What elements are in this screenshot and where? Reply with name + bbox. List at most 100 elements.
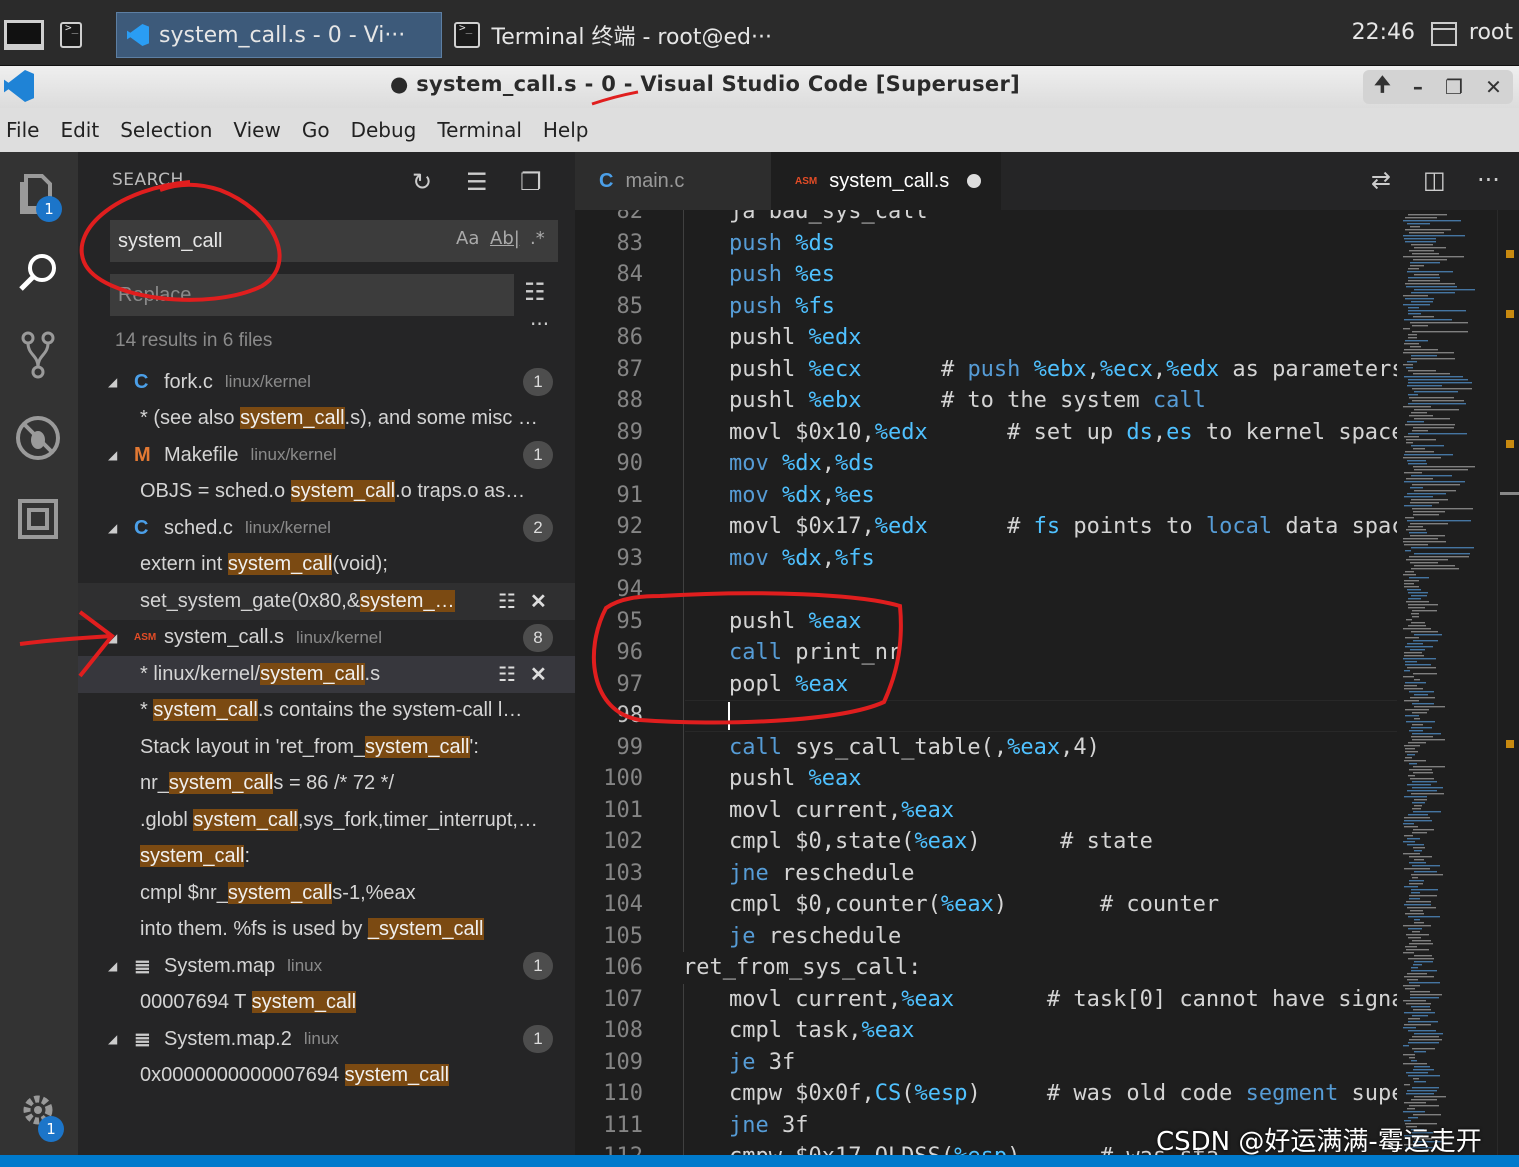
chevron-down-icon[interactable]: ◢ [108,521,134,535]
code-token: ret_from_sys_call: [683,955,922,980]
chevron-down-icon[interactable]: ◢ [108,1032,134,1046]
taskbar-terminal-window[interactable]: Terminal 终端 - root@ed··· [452,12,772,58]
manage-button[interactable]: 1 [12,1090,64,1142]
menu-go[interactable]: Go [302,118,330,142]
scroll-thumb[interactable] [1500,492,1519,495]
menu-terminal[interactable]: Terminal [437,118,522,142]
replace-box [110,274,514,316]
result-file-row[interactable]: ◢ ASM system_call.s linux/kernel 8 [78,620,575,657]
result-match-row[interactable]: 00007694 T system_call [78,985,575,1022]
result-match-row[interactable]: extern int system_call(void); [78,547,575,584]
window-maximize-button[interactable]: ❐ [1445,75,1463,99]
menu-file[interactable]: File [6,118,39,142]
tab-system-call-s[interactable]: ASM system_call.s [771,152,1001,210]
minimap-line [1403,952,1414,954]
result-file-row[interactable]: ◢ ≣ System.map linux 1 [78,948,575,985]
replace-match-icon[interactable]: ☷ [498,589,516,614]
result-match-row[interactable]: * (see also system_call.s), and some mis… [78,401,575,438]
result-match-row[interactable]: set_system_gate(0x80,&system_… ☷ ✕ [78,583,575,620]
code-token: # task[0] cannot have signals [954,986,1397,1012]
minimap-line [1408,337,1417,339]
whole-word-toggle[interactable]: Ab| [490,228,520,249]
replace-all-icon[interactable]: ☷ [524,278,546,306]
code-token: ) # state [967,829,1153,854]
minimap-line [1411,292,1455,294]
source-control-button[interactable] [12,330,64,382]
result-match-row[interactable]: .globl system_call,sys_fork,timer_interr… [78,802,575,839]
taskbar-clock[interactable]: 22:46 [1352,20,1415,45]
result-match-row[interactable]: 0x0000000000007694 system_call [78,1058,575,1095]
show-desktop-button[interactable] [4,12,44,58]
window-minimize-button[interactable]: – [1413,75,1423,99]
chevron-down-icon[interactable]: ◢ [108,631,134,645]
minimap-line [1410,697,1435,699]
minimap-line [1403,1063,1427,1065]
minimap-line [1414,871,1437,873]
menu-help[interactable]: Help [543,118,589,142]
more-options-icon[interactable]: ··· [530,312,549,336]
minimap-line [1403,295,1428,297]
minimap-line [1411,547,1474,549]
minimap[interactable] [1397,210,1497,1155]
more-actions-icon[interactable]: ··· [1477,166,1500,194]
code-token: %es [795,262,835,287]
replace-match-icon[interactable]: ☷ [498,662,516,687]
minimap-line [1404,652,1422,654]
unsaved-dot-icon[interactable] [967,174,982,188]
terminal-launcher-button[interactable] [60,12,94,58]
open-changes-icon[interactable]: ⇄ [1371,166,1391,194]
window-close-button[interactable]: ✕ [1485,75,1502,99]
result-match-row[interactable]: * system_call.s contains the system-call… [78,693,575,730]
menu-selection[interactable]: Selection [120,118,212,142]
replace-input[interactable] [118,274,508,316]
result-match-row[interactable]: into them. %fs is used by _system_call [78,912,575,949]
result-match-row[interactable]: OBJS = sched.o system_call.o traps.o as… [78,474,575,511]
result-file-row[interactable]: ◢ ≣ System.map.2 linux 1 [78,1021,575,1058]
result-match-row[interactable]: * linux/kernel/system_call.s ☷ ✕ [78,656,575,693]
result-file-row[interactable]: ◢ Csched.c linux/kernel 2 [78,510,575,547]
taskbar-vscode-window[interactable]: system_call.s - 0 - Vi··· [116,12,442,58]
minimap-line [1411,244,1433,246]
dismiss-match-icon[interactable]: ✕ [530,589,547,614]
calendar-icon[interactable] [1431,22,1457,46]
minimap-line [1403,853,1420,855]
search-view-button[interactable] [12,250,64,302]
menu-view[interactable]: View [233,118,280,142]
minimap-line [1408,604,1438,606]
match-case-toggle[interactable]: Aa [456,228,479,249]
chevron-down-icon[interactable]: ◢ [108,448,134,462]
dismiss-match-icon[interactable]: ✕ [530,662,547,687]
debug-button[interactable] [12,414,64,466]
result-match-row[interactable]: Stack layout in 'ret_from_system_call': [78,729,575,766]
menu-debug[interactable]: Debug [351,118,417,142]
minimap-line [1403,328,1410,330]
minimap-line [1406,439,1436,441]
result-match-row[interactable]: nr_system_calls = 86 /* 72 */ [78,766,575,803]
chevron-down-icon[interactable]: ◢ [108,959,134,973]
tab-main-c[interactable]: C main.c [575,152,771,210]
match-context: Stack layout in 'ret_from_ [140,735,366,758]
match-context: ,sys_fork,timer_interrupt,… [297,808,538,831]
editor-scrollbar[interactable] [1497,210,1519,1155]
chevron-down-icon[interactable]: ◢ [108,375,134,389]
result-match-row[interactable]: cmpl $nr_system_calls-1,%eax [78,875,575,912]
code-editor[interactable]: 82 ja bad_sys_call 83 push %ds 84 push %es 85 p… [575,210,1397,1155]
search-input[interactable] [118,220,448,262]
minimap-line [1413,259,1447,261]
split-editor-icon[interactable]: ◫ [1423,166,1446,194]
menu-edit[interactable]: Edit [60,118,99,142]
explorer-button[interactable]: 1 [12,170,64,222]
minimap-line [1405,748,1415,750]
clear-results-icon[interactable]: ☰ [466,168,488,196]
code-token: points to [1060,514,1206,539]
taskbar-user[interactable]: root [1469,20,1513,45]
result-file-row[interactable]: ◢ Cfork.c linux/kernel 1 [78,364,575,401]
result-file-row[interactable]: ◢ M Makefile linux/kernel 1 [78,437,575,474]
refresh-icon[interactable]: ↻ [412,168,432,196]
result-match-row[interactable]: system_call: [78,839,575,876]
extensions-button[interactable] [12,498,64,550]
collapse-all-icon[interactable]: ❐ [520,168,542,196]
regex-toggle[interactable]: .* [530,228,545,249]
window-up-button[interactable]: 🠉 [1374,70,1391,104]
code-token: print_nr [781,640,902,665]
